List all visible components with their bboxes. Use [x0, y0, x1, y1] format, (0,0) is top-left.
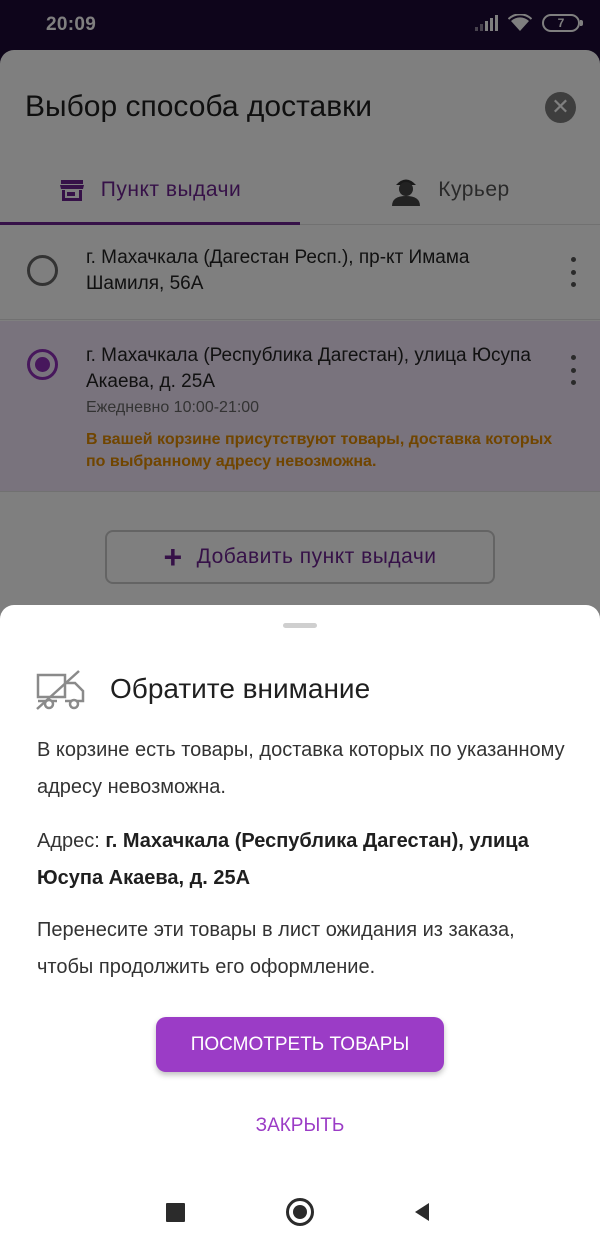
home-button[interactable] [286, 1198, 314, 1226]
sheet-message: В корзине есть товары, доставка которых … [37, 739, 565, 798]
back-button[interactable] [408, 1198, 436, 1226]
sheet-title: Обратите внимание [110, 673, 371, 704]
recents-icon [165, 1202, 185, 1222]
recents-button[interactable] [161, 1198, 189, 1226]
address-value: г. Махачкала (Республика Дагестан), улиц… [37, 830, 529, 889]
attention-bottom-sheet: Обратите внимание В корзине есть товары,… [0, 605, 600, 1176]
sheet-instruction: Перенесите эти товары в лист ожидания из… [37, 919, 515, 978]
navigation-bar [0, 1176, 600, 1248]
close-button[interactable]: ЗАКРЫТЬ [200, 1110, 400, 1142]
sheet-address: Адрес: г. Махачкала (Республика Дагестан… [37, 823, 567, 897]
back-icon [415, 1203, 429, 1221]
no-delivery-truck-icon [36, 670, 85, 710]
drag-handle[interactable] [283, 623, 317, 628]
home-icon [286, 1198, 314, 1226]
view-items-button[interactable]: ПОСМОТРЕТЬ ТОВАРЫ [156, 1017, 444, 1072]
address-label: Адрес: [37, 830, 100, 852]
